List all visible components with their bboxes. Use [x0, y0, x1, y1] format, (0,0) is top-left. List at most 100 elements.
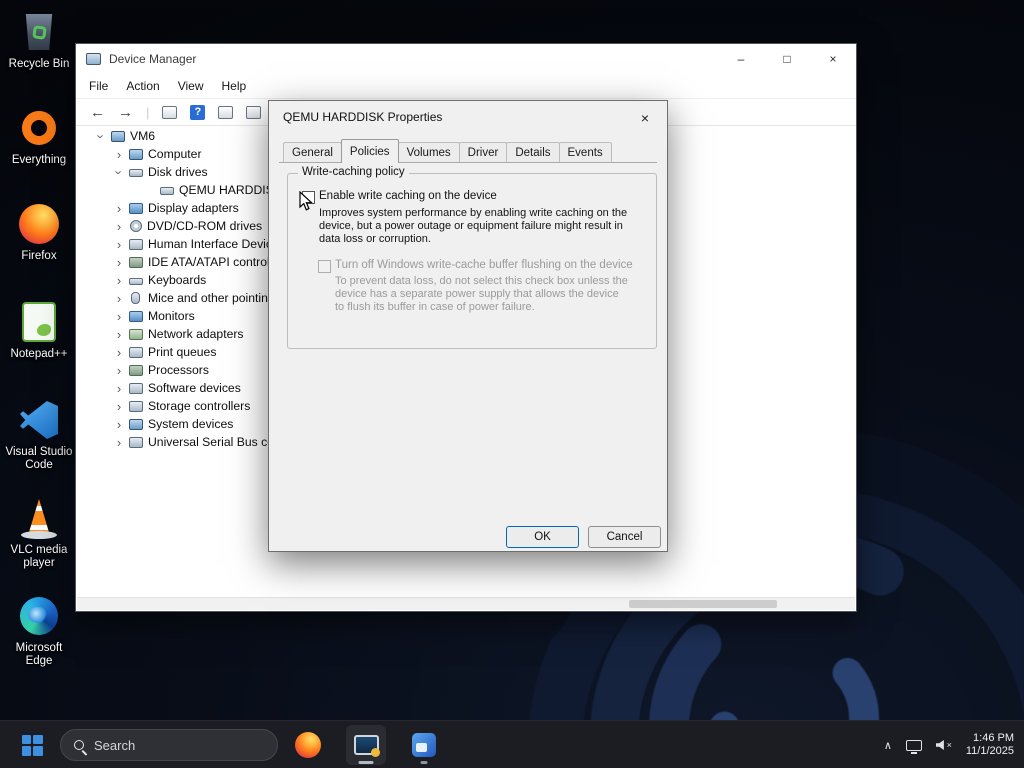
desktop-icon-vscode[interactable]: Visual Studio Code — [1, 398, 77, 490]
back-icon[interactable]: ← — [90, 105, 105, 120]
tray-display-icon[interactable] — [905, 739, 922, 754]
chevron-right-icon[interactable]: › — [112, 202, 126, 215]
tab-volumes[interactable]: Volumes — [397, 142, 460, 162]
show-window-icon[interactable] — [162, 105, 178, 119]
forward-icon[interactable]: → — [118, 105, 133, 120]
menu-action[interactable]: Action — [117, 79, 168, 93]
mute-x-icon: × — [946, 740, 952, 750]
enable-write-caching-label[interactable]: Enable write caching on the device — [319, 190, 497, 202]
chevron-right-icon[interactable]: › — [112, 220, 126, 233]
desktop-icon-label: Everything — [11, 154, 67, 166]
tab-details[interactable]: Details — [506, 142, 560, 162]
app-window-icon — [412, 733, 436, 757]
chevron-right-icon[interactable]: › — [112, 364, 126, 377]
tree-item-label: Storage controllers — [148, 399, 251, 413]
taskbar-app-device-manager[interactable] — [346, 725, 386, 765]
menu-bar: File Action View Help — [76, 74, 856, 99]
search-icon — [74, 740, 84, 750]
mouse-icon — [131, 292, 140, 304]
minimize-button[interactable]: – — [718, 44, 764, 74]
chevron-right-icon[interactable]: › — [112, 256, 126, 269]
system-device-icon — [129, 418, 143, 430]
taskbar-app-firefox[interactable] — [288, 725, 328, 765]
tree-item-label: DVD/CD-ROM drives — [147, 219, 263, 233]
maximize-button[interactable]: □ — [764, 44, 810, 74]
desktop-icon-everything[interactable]: Everything — [1, 106, 77, 198]
processor-icon — [129, 364, 143, 376]
recycle-bin-icon — [17, 10, 61, 54]
tray-chevron-icon[interactable]: ∧ — [884, 739, 892, 752]
dialog-close-button[interactable]: × — [633, 107, 657, 129]
menu-help[interactable]: Help — [213, 79, 256, 93]
system-tray: ∧ × 1:46 PM 11/1/2025 — [884, 721, 1014, 768]
desktop-icon-firefox[interactable]: Firefox — [1, 202, 77, 294]
help-icon[interactable]: ? — [190, 104, 206, 120]
chevron-right-icon[interactable]: › — [112, 310, 126, 323]
tab-driver[interactable]: Driver — [458, 142, 508, 162]
close-button[interactable]: × — [810, 44, 856, 74]
dialog-tabs: General Policies Volumes Driver Details … — [279, 139, 657, 163]
chevron-right-icon[interactable]: › — [112, 292, 126, 305]
cancel-button[interactable]: Cancel — [588, 526, 661, 548]
chevron-right-icon[interactable]: › — [112, 418, 126, 431]
tree-item-label: VM6 — [130, 129, 156, 143]
menu-file[interactable]: File — [80, 79, 117, 93]
write-caching-policy-group: Write-caching policy Enable write cachin… — [287, 166, 657, 349]
desktop-icon-label: Microsoft Edge — [15, 642, 63, 667]
chevron-right-icon[interactable]: › — [112, 328, 126, 341]
device-manager-icon — [353, 735, 380, 757]
window-titlebar[interactable]: Device Manager – □ × — [76, 44, 856, 74]
desktop: Recycle Bin Everything Firefox Notepad++… — [0, 0, 1024, 768]
firefox-icon — [17, 202, 61, 246]
clock-date: 11/1/2025 — [965, 745, 1014, 757]
tray-volume-mute-icon[interactable]: × — [935, 739, 952, 751]
desktop-icon-notepadpp[interactable]: Notepad++ — [1, 300, 77, 392]
group-label: Write-caching policy — [298, 166, 409, 178]
printer-icon — [129, 346, 143, 358]
chevron-down-icon[interactable]: › — [112, 165, 127, 179]
taskbar-app-window[interactable] — [404, 725, 444, 765]
device-manager-app-icon — [86, 53, 101, 65]
chevron-right-icon[interactable]: › — [112, 436, 126, 449]
tree-item-label: System devices — [148, 417, 234, 431]
tree-item-label: Processors — [148, 363, 209, 377]
monitor-icon — [129, 310, 143, 322]
chevron-down-icon[interactable]: › — [94, 129, 109, 143]
ide-controller-icon — [129, 256, 143, 268]
desktop-icon-recycle-bin[interactable]: Recycle Bin — [1, 10, 77, 102]
edge-icon — [17, 594, 61, 638]
tree-item-label: Software devices — [148, 381, 241, 395]
chevron-right-icon[interactable]: › — [112, 346, 126, 359]
chevron-right-icon[interactable]: › — [112, 274, 126, 287]
chevron-right-icon[interactable]: › — [112, 382, 126, 395]
start-button[interactable] — [12, 725, 52, 765]
desktop-icon-vlc[interactable]: VLC media player — [1, 496, 77, 588]
tree-item-label: Monitors — [148, 309, 195, 323]
tree-item-label: Human Interface Devices — [148, 237, 285, 251]
taskbar-search[interactable]: Search — [60, 729, 278, 761]
chevron-right-icon[interactable]: › — [112, 148, 126, 161]
speaker-icon — [935, 740, 944, 750]
clock-time: 1:46 PM — [973, 731, 1014, 744]
menu-view[interactable]: View — [169, 79, 213, 93]
tree-item-label: Display adapters — [148, 201, 239, 215]
tab-general[interactable]: General — [283, 142, 342, 162]
usb-icon — [129, 436, 143, 448]
desktop-icon-edge[interactable]: Microsoft Edge — [1, 594, 77, 686]
computer-icon — [111, 130, 125, 142]
desktop-icon-label: VLC media player — [10, 544, 68, 569]
chevron-right-icon[interactable]: › — [112, 400, 126, 413]
chevron-right-icon[interactable]: › — [112, 238, 126, 251]
vlc-icon — [17, 496, 61, 540]
scrollbar-thumb[interactable] — [629, 600, 778, 608]
tab-policies[interactable]: Policies — [340, 139, 399, 163]
horizontal-scrollbar[interactable] — [77, 597, 855, 610]
properties-icon[interactable] — [246, 105, 262, 119]
taskbar-clock[interactable]: 1:46 PM 11/1/2025 — [966, 732, 1014, 759]
tab-events[interactable]: Events — [558, 142, 612, 162]
desktop-icon-label: Visual Studio Code — [5, 446, 73, 471]
ok-button[interactable]: OK — [506, 526, 579, 548]
desktop-icon-label: Recycle Bin — [8, 58, 70, 70]
scan-hardware-icon[interactable] — [218, 105, 234, 119]
firefox-icon — [295, 732, 321, 758]
